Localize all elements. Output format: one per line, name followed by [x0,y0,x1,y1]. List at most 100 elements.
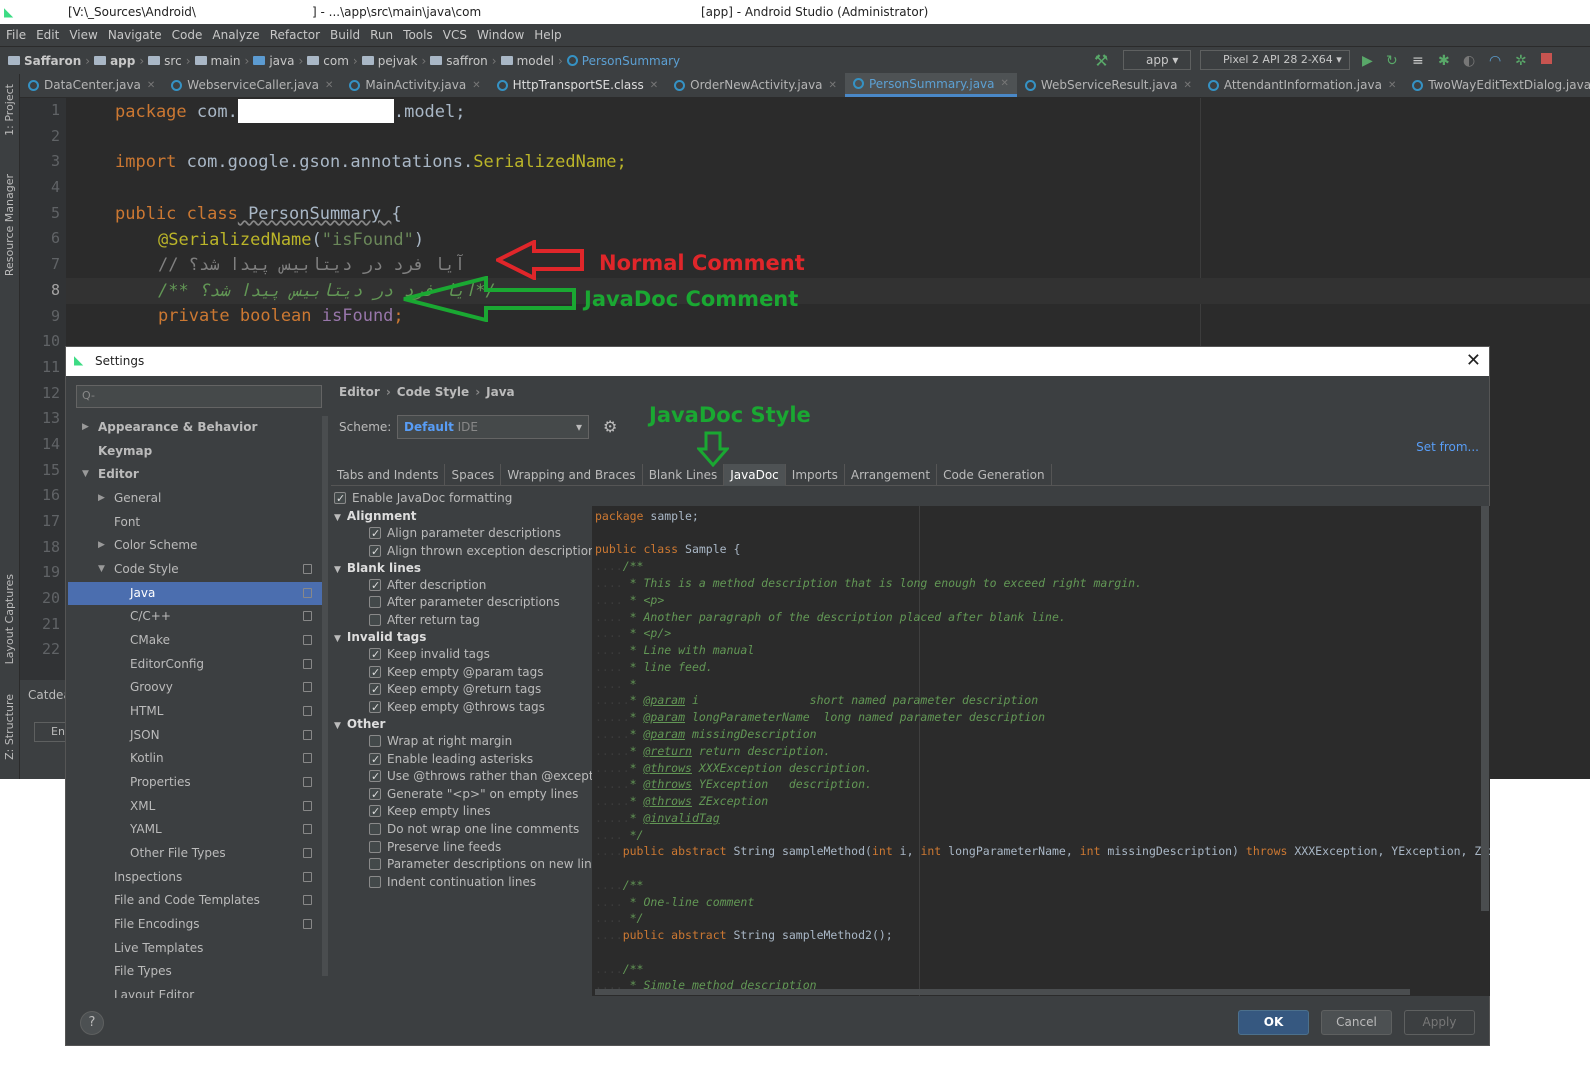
tree-properties[interactable]: Properties [68,771,328,794]
tab-mainactivity[interactable]: MainActivity.java ✕ [341,73,488,97]
apply-button[interactable]: Apply [1404,1010,1475,1035]
resource-manager-button[interactable]: Resource Manager [3,174,16,276]
checkbox[interactable] [369,525,381,543]
option-wrap-margin[interactable]: Wrap at right margin [369,732,512,750]
stop-icon[interactable] [1541,53,1552,64]
checkbox[interactable] [369,543,381,561]
group-invalid-tags[interactable]: ▼ Invalid tags [334,628,426,646]
preview-horizontal-scrollbar[interactable] [595,989,1410,995]
checkbox[interactable] [369,699,381,717]
crumb-project[interactable]: Saffaron [8,54,81,68]
tree-yaml[interactable]: YAML [68,818,328,841]
menu-refactor[interactable]: Refactor [270,28,320,42]
tree-inspections[interactable]: Inspections [68,866,328,889]
checkbox[interactable] [369,735,381,747]
set-from-link[interactable]: Set from... [1416,440,1479,454]
close-icon[interactable]: ✕ [147,80,155,91]
option-align-throws[interactable]: Align thrown exception descriptions [369,542,602,561]
settings-search-input[interactable]: Q- [76,385,322,408]
checkbox[interactable] [369,768,381,786]
checkbox[interactable] [369,614,381,626]
group-other[interactable]: ▼ Other [334,715,385,733]
profile-icon[interactable]: ◠ [1489,53,1501,69]
option-no-wrap-one-line[interactable]: Do not wrap one line comments [369,820,579,838]
device-select[interactable]: Pixel 2 API 28 2-X64 ▾ [1200,50,1350,70]
close-icon[interactable]: ✕ [1466,350,1481,371]
tree-live-templates[interactable]: Live Templates [68,937,328,960]
option-param-new-line[interactable]: Parameter descriptions on new line [369,855,599,873]
tree-html[interactable]: HTML [68,700,328,723]
tab-code-generation[interactable]: Code Generation [937,464,1052,486]
tab-httptransport[interactable]: HttpTransportSE.class ✕ [489,73,667,97]
tree-xml[interactable]: XML [68,795,328,818]
attach-icon[interactable]: ◐ [1463,53,1475,69]
help-button[interactable]: ? [80,1011,104,1035]
menu-tools[interactable]: Tools [403,28,433,42]
group-blank-lines[interactable]: ▼ Blank lines [334,559,421,577]
tab-blank-lines[interactable]: Blank Lines [643,464,725,486]
crumb-main[interactable]: main [194,54,241,68]
tree-cpp[interactable]: C/C++ [68,605,328,628]
tab-wrapping-braces[interactable]: Wrapping and Braces [501,464,643,486]
option-keep-empty-lines[interactable]: Keep empty lines [369,802,491,821]
tree-json[interactable]: JSON [68,724,328,747]
option-use-throws[interactable]: Use @throws rather than @exception [369,767,612,786]
option-indent-continuation[interactable]: Indent continuation lines [369,873,536,891]
crumb-saffron[interactable]: saffron [430,54,488,68]
cancel-button[interactable]: Cancel [1321,1010,1392,1035]
tree-code-style[interactable]: ▼ Code Style [68,558,328,581]
option-after-return[interactable]: After return tag [369,611,480,629]
close-icon[interactable]: ✕ [1001,78,1009,89]
menu-code[interactable]: Code [172,28,203,42]
structure-tool-button[interactable]: Z: Structure [3,694,16,760]
close-icon[interactable]: ✕ [1388,80,1396,91]
option-keep-param[interactable]: Keep empty @param tags [369,663,543,682]
logcat-icon[interactable]: ≡ [1412,53,1424,69]
menu-view[interactable]: View [69,28,97,42]
option-align-param[interactable]: Align parameter descriptions [369,524,561,543]
run-config-select[interactable]: app ▾ [1123,50,1191,70]
tab-personsummary[interactable]: PersonSummary.java ✕ [844,73,1017,97]
debug-icon[interactable]: ✱ [1438,53,1450,69]
checkbox[interactable] [369,681,381,699]
tree-file-code-templates[interactable]: File and Code Templates [68,889,328,912]
tab-webservicecaller[interactable]: WebserviceCaller.java ✕ [163,73,341,97]
close-icon[interactable]: ✕ [472,80,480,91]
menu-edit[interactable]: Edit [36,28,59,42]
crumb-com[interactable]: com [307,54,349,68]
tab-attendantinformation[interactable]: AttendantInformation.java ✕ [1200,73,1405,97]
menu-run[interactable]: Run [370,28,393,42]
tree-file-types[interactable]: File Types [68,960,328,983]
tree-groovy[interactable]: Groovy [68,676,328,699]
menu-build[interactable]: Build [330,28,360,42]
checkbox[interactable] [369,664,381,682]
code-preview[interactable]: package sample; public class Sample { ..… [592,506,1490,996]
preview-vertical-scrollbar[interactable] [1481,506,1489,911]
crumb-class[interactable]: PersonSummary [566,54,680,68]
option-leading-asterisks[interactable]: Enable leading asterisks [369,750,533,769]
checkbox[interactable] [334,490,346,508]
option-keep-return[interactable]: Keep empty @return tags [369,680,541,699]
attach-debugger-icon[interactable]: ✲ [1515,53,1527,69]
tab-spaces[interactable]: Spaces [445,464,502,486]
project-tool-button[interactable]: 1: Project [3,84,16,136]
panel-toggle[interactable]: En [34,722,66,742]
code-editor[interactable]: package com. .model; import com.google.gs… [66,98,1590,346]
run-icon[interactable]: ▶ [1362,53,1373,69]
menu-window[interactable]: Window [477,28,524,42]
gear-icon[interactable]: ⚙ [603,417,617,436]
menu-analyze[interactable]: Analyze [212,28,259,42]
checkbox[interactable] [369,577,381,595]
checkbox[interactable] [369,786,381,804]
crumb-model[interactable]: model [500,54,554,68]
close-icon[interactable]: ✕ [325,80,333,91]
tab-javadoc[interactable]: JavaDoc [724,464,786,486]
checkbox[interactable] [369,823,381,835]
tree-appearance-behavior[interactable]: ▶ Appearance & Behavior [68,416,328,439]
tab-arrangement[interactable]: Arrangement [845,464,938,486]
ok-button[interactable]: OK [1238,1010,1309,1035]
checkbox[interactable] [369,876,381,888]
option-keep-throws[interactable]: Keep empty @throws tags [369,698,545,717]
group-alignment[interactable]: ▼ Alignment [334,507,417,525]
tree-scrollbar[interactable] [322,416,328,976]
